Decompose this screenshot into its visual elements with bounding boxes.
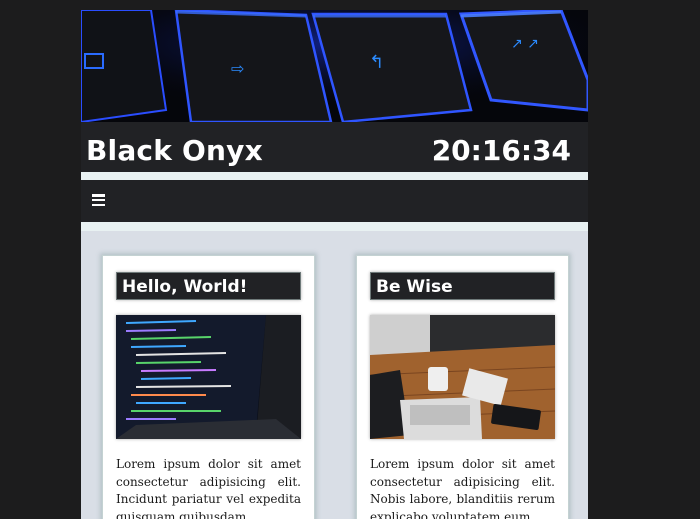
clock: 20:16:34 (431, 134, 571, 167)
title-bar: Black Onyx 20:16:34 (81, 122, 588, 172)
header-banner-image: ⇨ ↰ ↗ ↗ (81, 10, 588, 122)
card-text: Lorem ipsum dolor sit amet consectetur a… (116, 457, 301, 519)
card-title: Be Wise (370, 272, 555, 300)
card-text: Lorem ipsum dolor sit amet consectetur a… (370, 457, 555, 519)
card-hello-world: Hello, World! Lorem ipsum dolor sit amet… (102, 255, 315, 519)
divider-strip (81, 222, 588, 231)
svg-text:⇨: ⇨ (231, 59, 244, 78)
card-be-wise: Be Wise Lorem ipsum dolor sit amet conse… (356, 255, 569, 519)
nav-bar (81, 180, 588, 222)
card-title: Hello, World! (116, 272, 301, 300)
divider-strip (81, 172, 588, 180)
card-image-laptop-code (116, 315, 301, 439)
svg-text:↰: ↰ (369, 52, 384, 73)
site-title: Black Onyx (86, 134, 263, 167)
hamburger-menu-icon[interactable] (92, 194, 105, 206)
card-image-desk-laptop (370, 315, 555, 439)
page-container: ⇨ ↰ ↗ ↗ Black Onyx 20:16:34 Hello, World… (81, 10, 588, 519)
svg-text:↗ ↗: ↗ ↗ (511, 36, 539, 52)
